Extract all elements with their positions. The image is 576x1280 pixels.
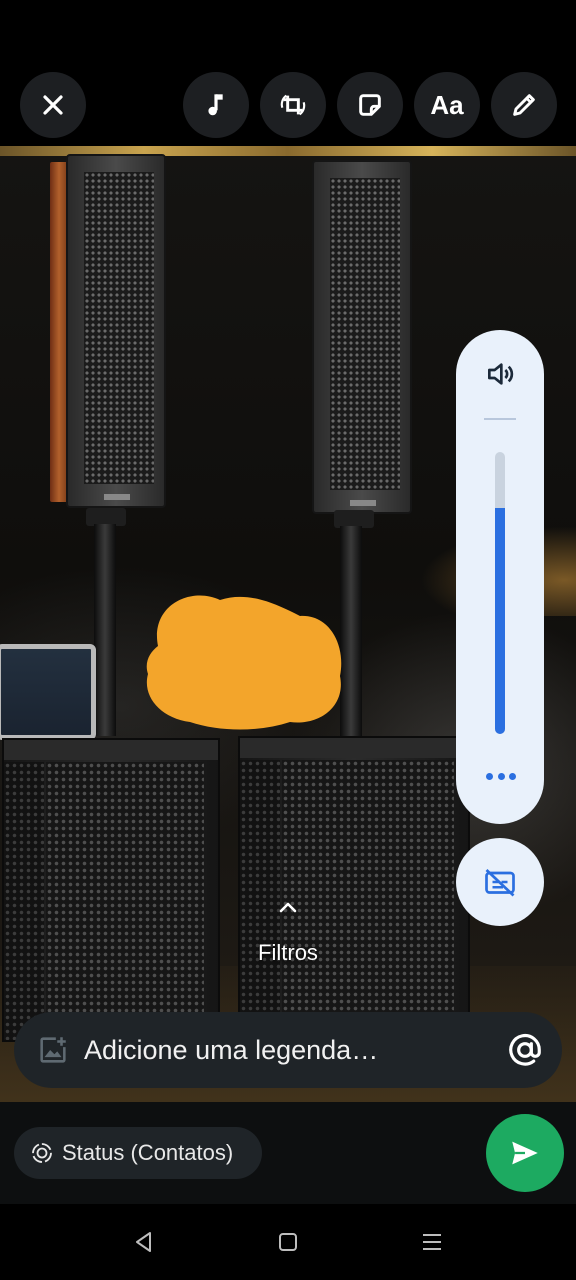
column-speaker-left [66,154,166,508]
speaker-pole-left [94,524,116,736]
volume-panel [456,330,544,824]
filters-toggle[interactable]: Filtros [218,896,358,966]
crop-rotate-icon [280,94,306,116]
add-media-button[interactable] [36,1033,70,1067]
divider [484,418,516,420]
pencil-icon [513,94,535,116]
close-icon [43,95,63,115]
at-sign-icon [509,1034,541,1066]
filters-label: Filtros [258,940,318,965]
music-button[interactable] [183,72,249,138]
status-audience-label: Status (Contatos) [62,1140,234,1165]
nav-back-icon [136,1232,151,1252]
caption-input[interactable]: Adicione uma legenda… [84,1035,506,1066]
subwoofer-left [2,738,220,1042]
captions-toggle-button[interactable] [456,838,544,926]
volume-icon [488,363,514,385]
send-icon [512,1141,538,1165]
text-button[interactable]: Aa [414,72,480,138]
subwoofer-right [238,736,470,1040]
sticker-button[interactable] [337,72,403,138]
text-tool-label: Aa [430,89,464,120]
nav-back-button[interactable] [124,1224,164,1260]
system-nav-bar [0,1204,576,1280]
status-icon [30,1141,54,1165]
add-media-icon [40,1037,66,1063]
censor-scribble [146,595,342,730]
caption-bar: Adicione uma legenda… [14,1012,562,1088]
music-note-icon [208,94,223,116]
draw-button[interactable] [491,72,557,138]
column-speaker-right [312,160,412,514]
sticker-icon [359,94,381,116]
more-dots-icon[interactable] [486,770,516,782]
nav-home-button[interactable] [268,1224,308,1260]
nav-recents-button[interactable] [412,1224,452,1260]
volume-toggle[interactable] [484,358,516,390]
status-audience-chip[interactable]: Status (Contatos) [14,1127,262,1179]
volume-slider-fill [495,508,505,734]
send-button[interactable] [486,1114,564,1192]
mention-button[interactable] [506,1031,544,1069]
nav-home-icon [279,1233,297,1251]
chevron-up-icon [218,896,358,922]
volume-slider[interactable] [495,452,505,734]
close-button[interactable] [20,72,86,138]
captions-off-icon [485,869,515,897]
crop-rotate-button[interactable] [260,72,326,138]
equipment-rack [0,644,96,740]
nav-recents-icon [423,1234,441,1250]
